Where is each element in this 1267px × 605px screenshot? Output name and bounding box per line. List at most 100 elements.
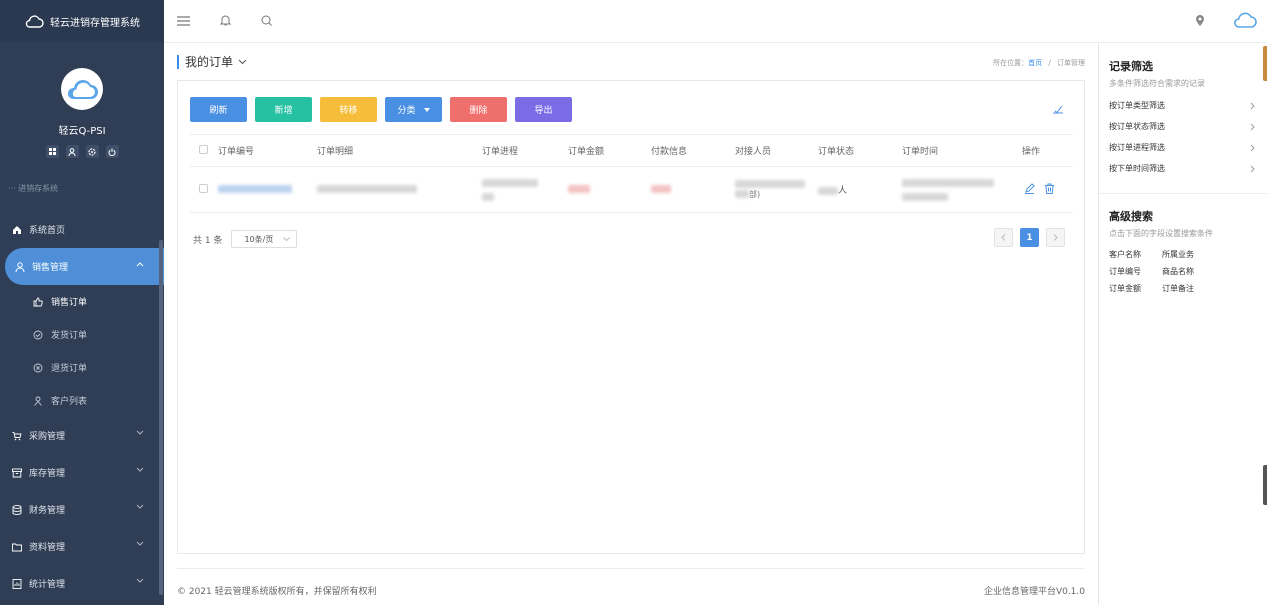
contact-redacted (735, 190, 749, 198)
order-amount-redacted (568, 185, 590, 193)
move-button[interactable]: 转移 (320, 97, 377, 122)
column-header[interactable]: 对接人员 (735, 134, 818, 167)
toolbar: 刷新 新增 转移 分类 删除 导出 (190, 97, 572, 122)
menu-icon[interactable] (177, 16, 190, 26)
user-profile: 轻云Q-PSI (0, 42, 164, 158)
sidebar-item-purchase[interactable]: 采购管理 (0, 417, 164, 454)
filter-item[interactable]: 按订单进程筛选 (1099, 137, 1267, 158)
orders-table: 订单编号 订单明细 订单进程 订单金额 付款信息 对接人员 订单状态 订单时间 … (190, 134, 1073, 213)
footer: © 2021 轻云管理系统版权所有，并保留所有权利 企业信息管理平台V0.1.0 (177, 568, 1085, 597)
side-drawer-tab[interactable] (1263, 465, 1267, 505)
edit-icon[interactable] (1024, 182, 1035, 194)
order-time-redacted (902, 179, 994, 187)
new-button[interactable]: 新增 (255, 97, 312, 122)
database-icon (12, 504, 24, 515)
sidebar-subitem-delivery-orders[interactable]: 发货订单 (0, 318, 164, 351)
search-field[interactable]: 所属业务 (1162, 249, 1222, 260)
chevron-down-icon (283, 237, 291, 241)
grid-icon[interactable] (45, 145, 59, 158)
table-row[interactable]: 部) 人 (190, 166, 1073, 213)
order-time-redacted (902, 192, 948, 201)
page-number-button[interactable]: 1 (1020, 228, 1039, 247)
sidebar-subitem-return-orders[interactable]: 退货订单 (0, 351, 164, 384)
search-icon[interactable] (261, 15, 272, 26)
breadcrumb-current: 订单管理 (1057, 59, 1085, 67)
sidebar-item-finance[interactable]: 财务管理 (0, 491, 164, 528)
column-header[interactable]: 订单编号 (218, 134, 317, 167)
category-dropdown-button[interactable]: 分类 (385, 97, 442, 122)
user-name: 轻云Q-PSI (58, 126, 106, 137)
column-header[interactable]: 订单状态 (818, 134, 902, 167)
side-drawer-tab[interactable] (1263, 46, 1267, 81)
column-header[interactable]: 订单时间 (902, 134, 1022, 167)
app-brand[interactable]: 轻云进销存管理系统 (0, 0, 164, 42)
search-field[interactable]: 商品名称 (1162, 266, 1222, 277)
column-header[interactable]: 订单金额 (568, 134, 651, 167)
search-field[interactable]: 客户名称 (1109, 249, 1162, 260)
filter-item[interactable]: 按订单状态筛选 (1099, 116, 1267, 137)
breadcrumb-separator: / (1048, 59, 1051, 67)
folder-icon (12, 542, 24, 552)
filter-item[interactable]: 按订单类型筛选 (1099, 95, 1267, 116)
filter-item[interactable]: 按下单时间筛选 (1099, 158, 1267, 179)
refresh-button[interactable]: 刷新 (190, 97, 247, 122)
column-settings-icon[interactable] (1052, 105, 1064, 115)
app-title: 轻云进销存管理系统 (50, 17, 140, 29)
sidebar-menu: 系统首页 销售管理 销售订单 发货订单 退货订单 客户列表 采购管理 库存管理 … (0, 211, 164, 602)
chevron-down-icon (136, 467, 144, 472)
sidebar-item-inventory[interactable]: 库存管理 (0, 454, 164, 491)
sidebar-subitem-label: 退货订单 (51, 364, 88, 374)
column-header[interactable]: 付款信息 (651, 134, 735, 167)
page-title[interactable]: 我的订单 (177, 55, 247, 69)
next-page-button[interactable] (1046, 228, 1065, 247)
power-icon[interactable] (105, 145, 119, 158)
sidebar-subitem-customers[interactable]: 客户列表 (0, 384, 164, 417)
column-header[interactable]: 订单进程 (482, 134, 568, 167)
chevron-right-icon (1250, 144, 1255, 151)
user-icon (15, 261, 27, 272)
sidebar-item-label: 资料管理 (29, 543, 66, 553)
filter-item-label: 按下单时间筛选 (1109, 164, 1165, 173)
row-checkbox[interactable] (199, 183, 208, 193)
archive-icon (12, 468, 24, 478)
person-icon (33, 396, 45, 406)
filter-item-label: 按订单进程筛选 (1109, 143, 1165, 152)
search-field[interactable]: 订单备注 (1162, 283, 1222, 294)
bell-icon[interactable] (220, 14, 231, 26)
prev-page-button[interactable] (994, 228, 1013, 247)
cloud-logo-icon (25, 15, 44, 28)
advanced-search-title: 高级搜索 (1109, 210, 1153, 223)
sidebar-item-label: 采购管理 (29, 432, 66, 442)
search-field[interactable]: 订单金额 (1109, 283, 1162, 294)
delete-button[interactable]: 删除 (450, 97, 507, 122)
sidebar-subitem-sales-orders[interactable]: 销售订单 (0, 285, 164, 318)
pagination: 1 (994, 228, 1065, 247)
order-detail-redacted (317, 185, 417, 193)
search-field[interactable]: 订单编号 (1109, 266, 1162, 277)
select-all-checkbox[interactable] (199, 144, 208, 154)
avatar[interactable] (61, 68, 103, 110)
chevron-down-icon (136, 430, 144, 435)
sidebar-item-home[interactable]: 系统首页 (0, 211, 164, 248)
cloud-icon[interactable] (1233, 11, 1257, 29)
filter-panel: 记录筛选 多条件筛选符合需求的记录 按订单类型筛选 按订单状态筛选 按订单进程筛… (1098, 43, 1267, 605)
breadcrumb-prefix: 所在位置： (993, 59, 1029, 67)
column-header[interactable]: 订单明细 (317, 134, 482, 167)
order-number-redacted[interactable] (218, 185, 292, 193)
sidebar-item-statistics[interactable]: 统计管理 (0, 565, 164, 602)
filter-item-label: 按订单状态筛选 (1109, 122, 1165, 131)
copyright-text: © 2021 轻云管理系统版权所有，并保留所有权利 (177, 587, 377, 597)
settings-icon[interactable] (85, 145, 99, 158)
sidebar-scrollbar[interactable] (159, 240, 163, 595)
export-button[interactable]: 导出 (515, 97, 572, 122)
sidebar-item-sales[interactable]: 销售管理 (5, 248, 164, 285)
sidebar-item-resources[interactable]: 资料管理 (0, 528, 164, 565)
check-circle-icon (33, 330, 45, 340)
cloud-avatar-icon (67, 80, 98, 99)
trash-icon[interactable] (1044, 183, 1055, 194)
breadcrumb-home-link[interactable]: 首页 (1028, 59, 1042, 67)
user-icon[interactable] (65, 145, 79, 158)
status-redacted (818, 186, 838, 195)
page-size-select[interactable]: 10条/页 (231, 230, 298, 248)
location-icon[interactable] (1195, 14, 1205, 27)
